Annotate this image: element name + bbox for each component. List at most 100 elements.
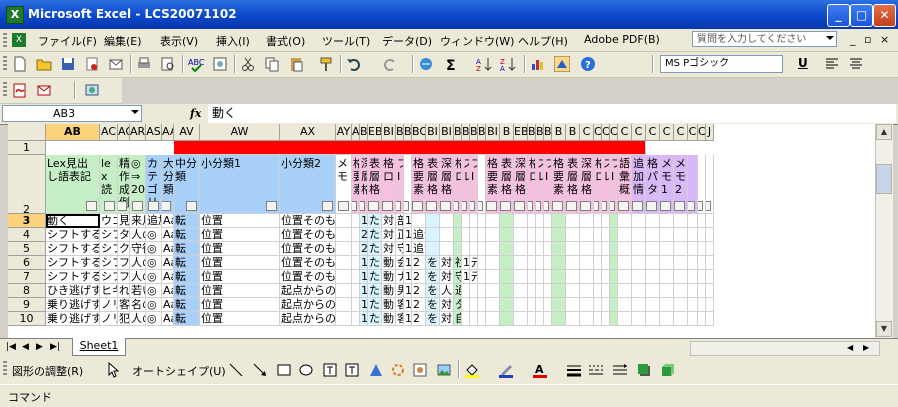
table-cell[interactable] [352, 256, 360, 270]
table-cell[interactable] [688, 284, 698, 298]
next-sheet-icon[interactable]: ▶ [36, 342, 43, 352]
toolbar-grip[interactable] [3, 82, 7, 98]
autofilter-dropdown-icon[interactable] [360, 201, 365, 211]
table-cell[interactable] [698, 242, 706, 256]
table-cell[interactable] [478, 270, 486, 284]
table-cell[interactable] [688, 256, 698, 270]
header-cell[interactable]: メモ1 [660, 155, 674, 214]
table-cell[interactable]: ノリ [100, 312, 118, 326]
table-cell[interactable] [486, 298, 500, 312]
autofilter-dropdown-icon[interactable] [660, 201, 671, 211]
paste-icon[interactable] [288, 56, 304, 72]
worksheet-grid[interactable]: ABACAQARASAAIAVAWAXAYA2BBAEBBIBIBBOBIBIB… [8, 124, 875, 338]
autofilter-dropdown-icon[interactable] [688, 201, 695, 211]
table-cell[interactable] [632, 242, 646, 256]
table-cell[interactable] [486, 214, 500, 228]
table-cell[interactable] [602, 298, 610, 312]
table-cell[interactable]: 位置そのものの変化 [280, 242, 336, 256]
header-cell[interactable]: 格ロ [454, 155, 462, 214]
autofilter-dropdown-icon[interactable] [536, 201, 541, 211]
sort-ascending-icon[interactable]: AZ [476, 56, 492, 72]
table-cell[interactable]: 2 [360, 242, 368, 256]
table-cell[interactable]: シフトする [46, 242, 100, 256]
column-header[interactable]: AV [174, 124, 200, 141]
autofilter-dropdown-icon[interactable] [162, 201, 171, 211]
table-cell[interactable]: 会社が [396, 256, 404, 270]
table-cell[interactable]: 1 [404, 228, 412, 242]
table-cell[interactable] [544, 214, 552, 228]
name-box-dropdown-icon[interactable] [131, 110, 139, 114]
header-cell[interactable]: 追加情 [632, 155, 646, 214]
column-header[interactable]: BI [426, 124, 440, 141]
table-cell[interactable]: たい [368, 228, 382, 242]
table-cell[interactable]: 位置そのものの変化 [280, 214, 336, 228]
table-cell[interactable] [440, 228, 454, 242]
table-cell[interactable] [486, 284, 500, 298]
table-cell[interactable] [632, 256, 646, 270]
table-cell[interactable]: 乗り逃げする [46, 312, 100, 326]
table-cell[interactable]: を [426, 312, 440, 326]
column-header[interactable]: BI [528, 124, 536, 141]
column-header[interactable]: C [594, 124, 602, 141]
table-cell[interactable]: 追加 [146, 214, 162, 228]
table-cell[interactable]: を [426, 256, 440, 270]
table-cell[interactable] [706, 256, 714, 270]
table-cell[interactable]: 対 [440, 312, 454, 326]
table-cell[interactable] [336, 256, 352, 270]
table-cell[interactable] [536, 214, 544, 228]
table-cell[interactable] [552, 298, 566, 312]
header-cell[interactable]: フI [396, 155, 404, 214]
table-cell[interactable]: 動 [382, 284, 396, 298]
table-cell[interactable] [610, 256, 618, 270]
header-cell[interactable]: 大分類 [162, 155, 174, 214]
table-cell[interactable]: 1 [360, 284, 368, 298]
row-header[interactable]: 6 [8, 256, 46, 270]
table-cell[interactable] [580, 312, 594, 326]
table-cell[interactable]: たい [368, 242, 382, 256]
table-cell[interactable] [536, 228, 544, 242]
table-cell[interactable] [514, 242, 528, 256]
table-cell[interactable]: 1 [360, 256, 368, 270]
table-cell[interactable]: 客 [118, 298, 130, 312]
rectangle-tool-icon[interactable] [276, 362, 292, 378]
column-header[interactable]: B [544, 124, 552, 141]
autosum-icon[interactable]: Σ [444, 56, 460, 72]
table-cell[interactable]: 起点からの逃亡 [280, 298, 336, 312]
table-cell[interactable]: 人の [130, 312, 146, 326]
autofilter-dropdown-icon[interactable] [514, 201, 525, 211]
table-cell[interactable]: ナイン [396, 270, 404, 284]
table-cell[interactable] [618, 312, 632, 326]
last-sheet-icon[interactable]: ▶| [50, 342, 60, 352]
autofilter-dropdown-icon[interactable] [632, 201, 643, 211]
table-cell[interactable] [660, 312, 674, 326]
table-cell[interactable]: を [426, 284, 440, 298]
close-button[interactable]: ✕ [873, 4, 896, 27]
table-cell[interactable] [580, 228, 594, 242]
table-cell[interactable] [580, 298, 594, 312]
table-cell[interactable] [674, 270, 688, 284]
drawing-toggle-icon[interactable] [554, 56, 570, 72]
table-cell[interactable]: たい [368, 312, 382, 326]
table-cell[interactable] [674, 228, 688, 242]
toolbar-grip[interactable] [3, 361, 7, 377]
horizontal-scrollbar[interactable]: ◀ ▶ [690, 341, 880, 356]
table-cell[interactable] [610, 312, 618, 326]
toolbar-grip[interactable] [3, 56, 7, 72]
table-cell[interactable] [336, 298, 352, 312]
table-cell[interactable] [426, 228, 440, 242]
autofilter-dropdown-icon[interactable] [404, 201, 409, 211]
row-header[interactable]: 5 [8, 242, 46, 256]
header-cell[interactable]: スレ [536, 155, 544, 214]
table-cell[interactable] [602, 214, 610, 228]
menu-view[interactable]: 表示(V) [160, 33, 198, 49]
table-cell[interactable] [594, 312, 602, 326]
table-cell[interactable]: 追がok [412, 242, 426, 256]
table-cell[interactable]: 位置そのものの変化 [280, 228, 336, 242]
header-cell[interactable]: 小分類2 [280, 155, 336, 214]
table-cell[interactable] [618, 298, 632, 312]
table-cell[interactable] [462, 214, 470, 228]
autofilter-dropdown-icon[interactable] [594, 201, 599, 211]
column-header[interactable]: C [674, 124, 688, 141]
row-header[interactable]: 4 [8, 228, 46, 242]
table-cell[interactable] [580, 270, 594, 284]
